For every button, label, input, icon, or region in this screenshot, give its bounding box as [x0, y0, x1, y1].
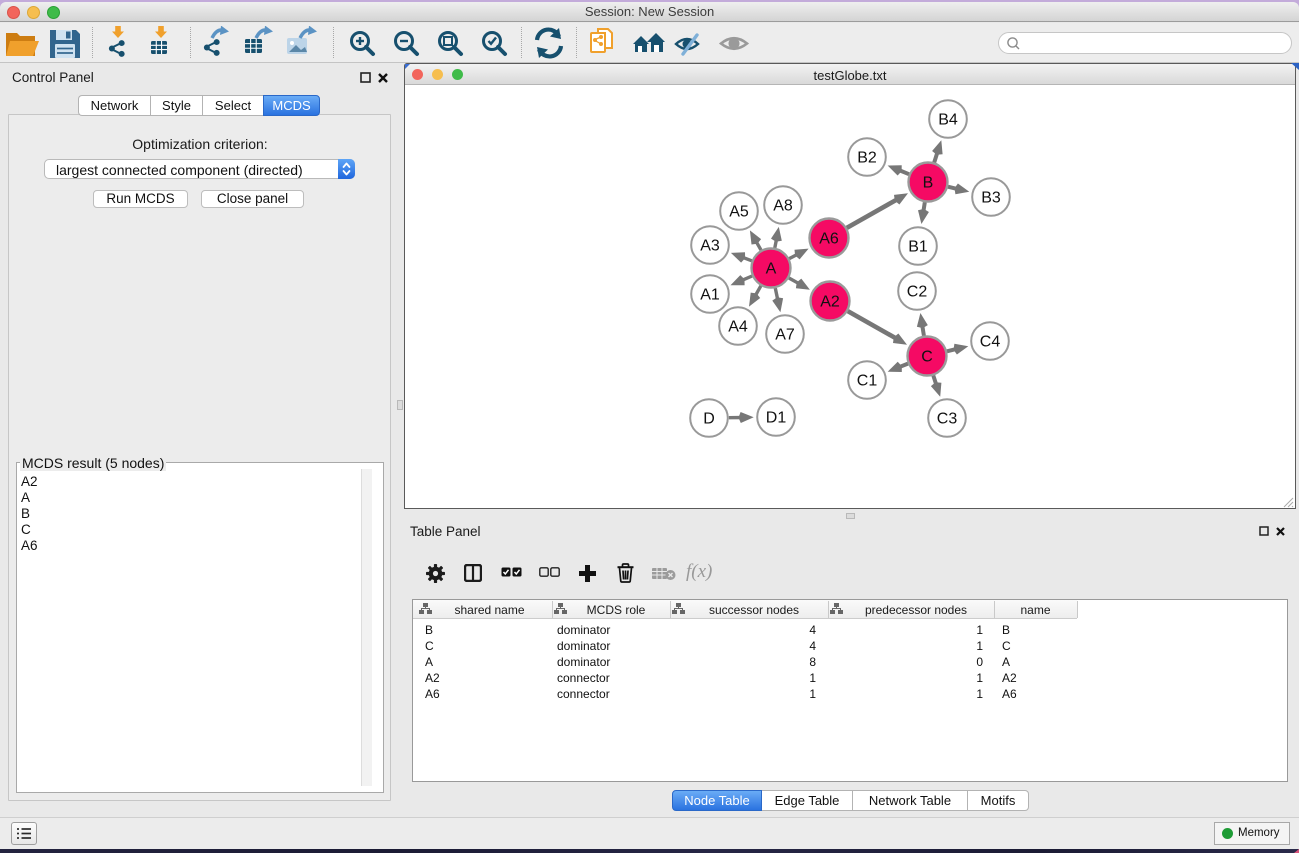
- svg-text:C1: C1: [857, 373, 878, 390]
- svg-text:C3: C3: [937, 411, 958, 428]
- svg-text:A5: A5: [729, 204, 749, 221]
- svg-text:B2: B2: [857, 150, 877, 167]
- svg-text:C2: C2: [907, 284, 928, 301]
- svg-text:D1: D1: [766, 410, 787, 427]
- svg-text:A4: A4: [728, 319, 748, 336]
- svg-text:B4: B4: [938, 112, 958, 129]
- svg-text:B: B: [923, 175, 934, 192]
- svg-text:D: D: [703, 411, 715, 428]
- svg-text:A8: A8: [773, 198, 793, 215]
- svg-text:A2: A2: [820, 294, 840, 311]
- svg-text:A7: A7: [775, 327, 795, 344]
- svg-text:C: C: [921, 349, 933, 366]
- svg-text:B3: B3: [981, 190, 1001, 207]
- svg-text:A1: A1: [700, 287, 720, 304]
- svg-text:B1: B1: [908, 239, 928, 256]
- svg-text:A: A: [766, 261, 777, 278]
- svg-text:C4: C4: [980, 334, 1001, 351]
- svg-text:A6: A6: [819, 231, 839, 248]
- svg-text:A3: A3: [700, 238, 720, 255]
